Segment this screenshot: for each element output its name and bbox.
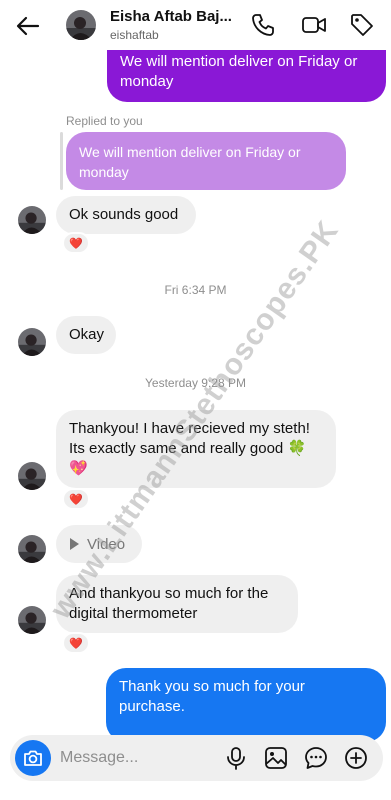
contact-username[interactable]: eishaftab bbox=[110, 28, 159, 42]
back-arrow-icon[interactable] bbox=[14, 12, 42, 40]
message-text: Okay bbox=[69, 326, 105, 343]
sender-avatar[interactable] bbox=[18, 328, 46, 356]
timestamp: Yesterday 9:28 PM bbox=[145, 376, 246, 390]
incoming-message[interactable]: Thankyou! I have recieved my steth! Its … bbox=[56, 410, 336, 488]
play-icon bbox=[70, 538, 79, 550]
replied-to-label: Replied to you bbox=[66, 114, 143, 128]
chat-header: Eisha Aftab Baj... eishaftab bbox=[0, 0, 391, 50]
message-text: And thankyou so much for the digital the… bbox=[69, 585, 269, 622]
video-call-icon[interactable] bbox=[301, 12, 327, 38]
sender-avatar[interactable] bbox=[18, 535, 46, 563]
video-message[interactable]: Video bbox=[56, 525, 142, 563]
message-input[interactable] bbox=[60, 743, 220, 773]
phone-call-icon[interactable] bbox=[250, 12, 276, 38]
incoming-message[interactable]: Okay bbox=[56, 316, 116, 354]
sender-avatar[interactable] bbox=[18, 462, 46, 490]
heart-reaction[interactable]: ❤️ bbox=[62, 632, 90, 654]
microphone-icon[interactable] bbox=[223, 745, 249, 771]
quoted-reply[interactable]: We will mention deliver on Friday or mon… bbox=[66, 132, 346, 190]
camera-icon bbox=[24, 750, 42, 766]
timestamp: Fri 6:34 PM bbox=[164, 283, 227, 297]
message-composer bbox=[10, 735, 383, 781]
camera-button[interactable] bbox=[15, 740, 51, 776]
contact-avatar[interactable] bbox=[66, 10, 96, 40]
message-text: Ok sounds good bbox=[69, 206, 179, 223]
video-label: Video bbox=[87, 535, 126, 553]
message-text: Thankyou! I have recieved my steth! Its … bbox=[69, 420, 310, 477]
heart-reaction[interactable]: ❤️ bbox=[62, 232, 90, 254]
reply-indicator-bar bbox=[60, 132, 63, 190]
outgoing-message[interactable]: We will mention deliver on Friday or mon… bbox=[107, 46, 386, 102]
incoming-message[interactable]: Ok sounds good bbox=[56, 196, 196, 234]
sender-avatar[interactable] bbox=[18, 606, 46, 634]
gallery-icon[interactable] bbox=[263, 745, 289, 771]
sender-avatar[interactable] bbox=[18, 206, 46, 234]
message-text: We will mention deliver on Friday or mon… bbox=[120, 53, 358, 90]
contact-name[interactable]: Eisha Aftab Baj... bbox=[110, 8, 232, 25]
add-plus-icon[interactable] bbox=[343, 745, 369, 771]
heart-reaction-emoji: ❤️ bbox=[69, 493, 83, 506]
heart-reaction[interactable]: ❤️ bbox=[62, 488, 90, 510]
message-text: Thank you so much for your purchase. bbox=[119, 678, 305, 715]
incoming-message[interactable]: And thankyou so much for the digital the… bbox=[56, 575, 298, 633]
tag-icon[interactable] bbox=[349, 12, 375, 38]
outgoing-message[interactable]: Thank you so much for your purchase. bbox=[106, 668, 386, 742]
quoted-reply-text: We will mention deliver on Friday or mon… bbox=[79, 144, 301, 180]
heart-reaction-emoji: ❤️ bbox=[69, 637, 83, 650]
sticker-chat-icon[interactable] bbox=[303, 745, 329, 771]
heart-reaction-emoji: ❤️ bbox=[69, 237, 83, 250]
